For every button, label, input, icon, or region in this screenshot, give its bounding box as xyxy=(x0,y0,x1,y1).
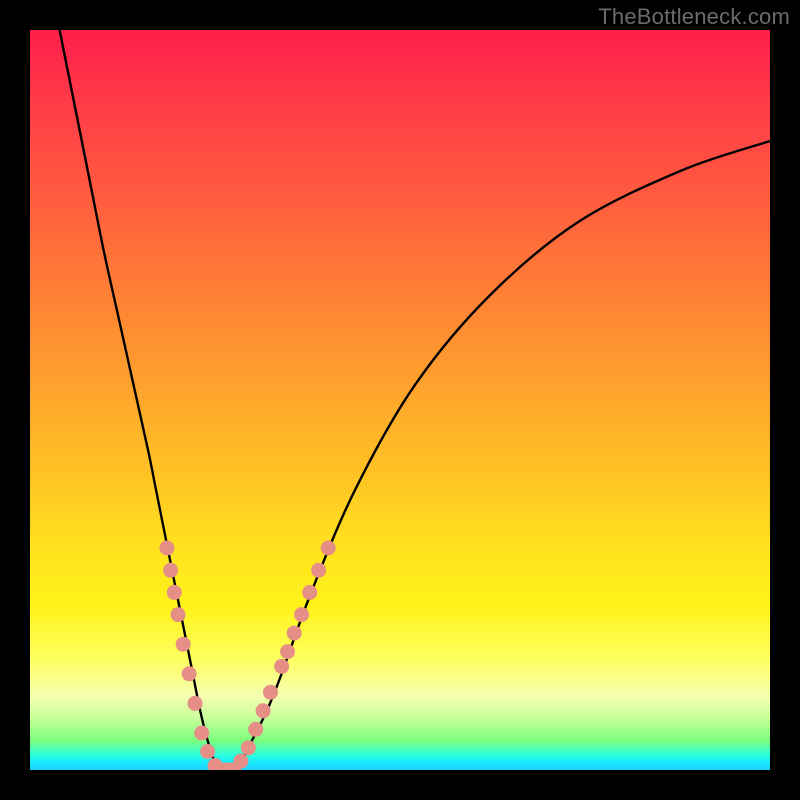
data-marker xyxy=(294,607,309,622)
data-marker xyxy=(176,637,191,652)
data-marker xyxy=(171,607,186,622)
data-marker xyxy=(248,722,263,737)
data-marker xyxy=(241,740,256,755)
data-marker xyxy=(194,726,209,741)
data-marker xyxy=(274,659,289,674)
data-marker xyxy=(159,541,174,556)
bottleneck-curve-path xyxy=(60,30,770,770)
data-marker xyxy=(233,754,248,769)
data-marker xyxy=(200,744,215,759)
data-marker xyxy=(256,703,271,718)
data-marker xyxy=(280,644,295,659)
chart-frame: TheBottleneck.com xyxy=(0,0,800,800)
data-marker xyxy=(167,585,182,600)
data-markers xyxy=(159,541,335,771)
chart-svg xyxy=(30,30,770,770)
chart-plot-area xyxy=(30,30,770,770)
data-marker xyxy=(287,626,302,641)
data-marker xyxy=(188,696,203,711)
data-marker xyxy=(321,541,336,556)
watermark-text: TheBottleneck.com xyxy=(598,4,790,30)
data-marker xyxy=(182,666,197,681)
bottleneck-curve xyxy=(60,30,770,770)
data-marker xyxy=(163,563,178,578)
data-marker xyxy=(263,685,278,700)
data-marker xyxy=(311,563,326,578)
data-marker xyxy=(302,585,317,600)
